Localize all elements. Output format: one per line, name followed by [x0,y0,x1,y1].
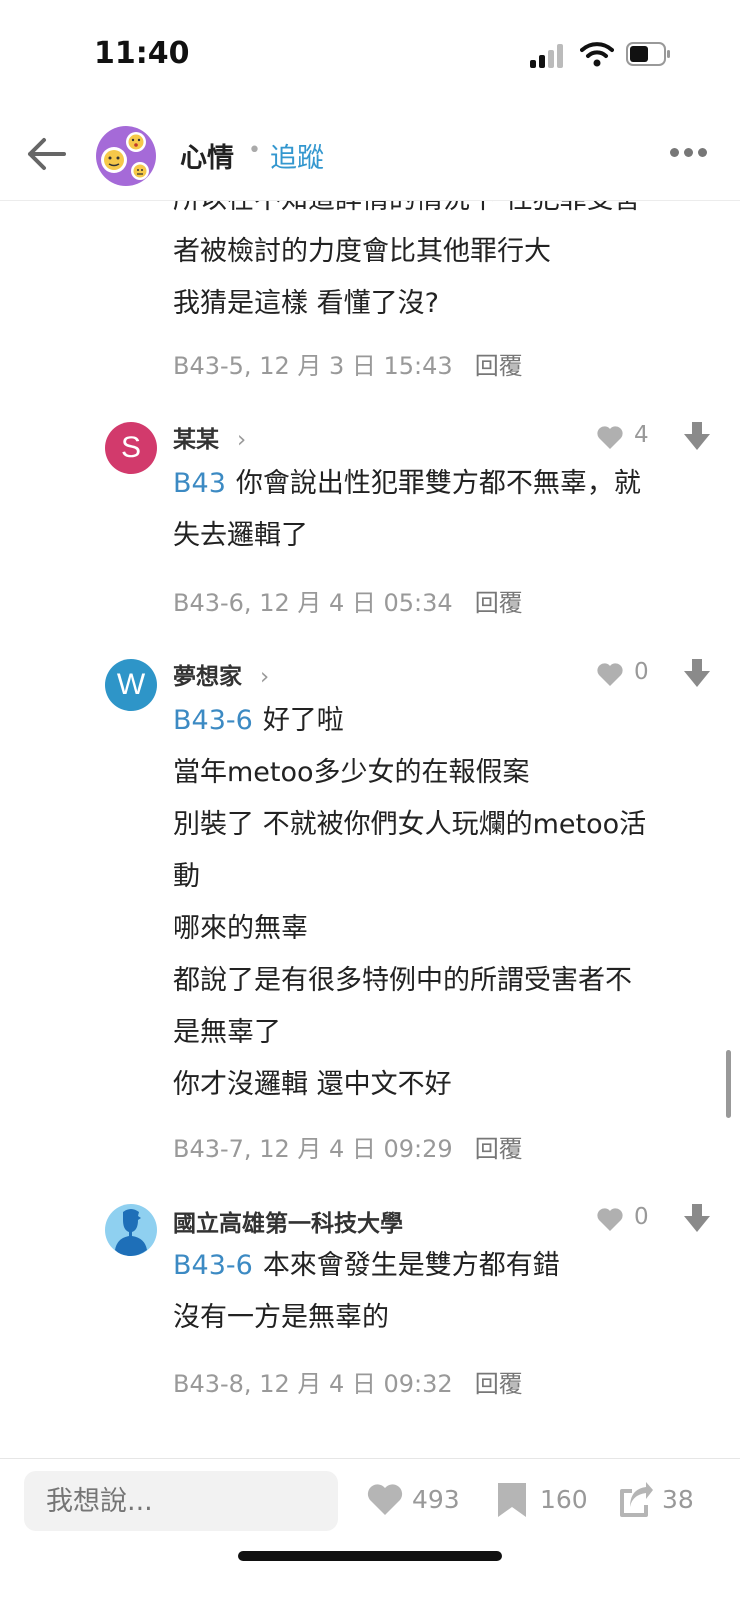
comment-line: 哪來的無辜 [173,913,308,944]
reply-button[interactable]: 回覆 [475,352,523,380]
heart-icon [367,1484,403,1515]
bookmark-button[interactable]: 160 [496,1481,596,1521]
post-like-button[interactable]: 493 [366,1481,466,1521]
comment-line: 是無辜了 [173,1017,281,1048]
comment-line: B43-6 好了啦 [173,705,344,736]
comment-floor-time: B43-7, 12 月 4 日 09:29 [173,1135,453,1163]
comment-meta: B43-8, 12 月 4 日 09:32 回覆 [173,1364,523,1399]
comment-line: 都說了是有很多特例中的所謂受害者不 [173,965,632,996]
comment-line: 所以在不知道詳情的情況下 性犯罪受害 [173,200,703,226]
like-count: 4 [634,422,649,448]
comment-line: 我猜是這樣 看懂了沒? [173,288,439,319]
reply-button[interactable]: 回覆 [475,1370,523,1398]
share-count: 38 [662,1485,694,1514]
comment-input[interactable] [24,1471,338,1531]
board-avatar[interactable] [96,126,156,186]
board-header: 心情 • 追蹤 [0,108,740,201]
bottom-action-bar: 493 160 38 [0,1458,740,1605]
wifi-icon [580,42,614,67]
avatar[interactable] [105,1204,157,1256]
board-name[interactable]: 心情 [180,136,234,175]
comment-line: 動 [173,861,200,892]
comment-body: B43-6 好了啦 當年metoo多少女的在報假案 別裝了 不就被你們女人玩爛的m… [173,695,703,1111]
comment-floor-time: B43-6, 12 月 4 日 05:34 [173,589,453,617]
avatar[interactable]: S [105,422,157,474]
downvote-arrow-icon[interactable] [684,659,710,687]
comment-meta: B43-5, 12 月 3 日 15:43 回覆 [173,346,523,381]
reply-button[interactable]: 回覆 [475,589,523,617]
avatar[interactable]: W [105,659,157,711]
comment-line: 者被檢討的力度會比其他罪行大 [173,236,551,267]
comment-author[interactable]: 國立高雄第一科技大學 [173,1204,403,1238]
back-arrow-icon[interactable] [24,136,68,172]
floor-reference-link[interactable]: B43-6 [173,705,253,736]
comment-line: 失去邏輯了 [173,520,308,551]
comment-author[interactable]: 夢想家 › [173,657,269,691]
floor-reference-link[interactable]: B43 [173,468,226,499]
signal-icon [530,44,570,68]
bookmark-icon [498,1483,526,1517]
chevron-right-icon: › [260,664,270,690]
floor-reference-link[interactable]: B43-6 [173,1250,253,1281]
comment-floor-time: B43-8, 12 月 4 日 09:32 [173,1370,453,1398]
heart-icon [597,426,623,449]
more-options-icon[interactable] [670,148,710,160]
status-bar: 11:40 [0,0,740,108]
comment-line: 沒有一方是無辜的 [173,1302,389,1333]
comment-body: B43 你會說出性犯罪雙方都不無辜，就 失去邏輯了 [173,458,703,562]
home-indicator[interactable] [238,1551,502,1561]
like-button[interactable]: 4 [596,422,656,452]
comment-line: B43 你會說出性犯罪雙方都不無辜，就 [173,468,641,499]
heart-icon [597,1208,623,1231]
follow-button[interactable]: 追蹤 [270,136,324,175]
downvote-arrow-icon[interactable] [684,1204,710,1232]
scrollbar-thumb[interactable] [726,1050,731,1118]
comment-body: 所以在不知道詳情的情況下 性犯罪受害 者被檢討的力度會比其他罪行大 我猜是這樣 … [173,200,703,330]
share-icon [620,1482,653,1517]
reply-button[interactable]: 回覆 [475,1135,523,1163]
comment-line: 當年metoo多少女的在報假案 [173,757,530,788]
like-count: 0 [634,659,649,685]
bookmark-count: 160 [540,1485,588,1514]
status-time: 11:40 [94,36,190,71]
author-name: 國立高雄第一科技大學 [173,1211,403,1237]
comment-line: 你才沒邏輯 還中文不好 [173,1069,452,1100]
person-silhouette-icon [115,1209,147,1256]
like-count: 0 [634,1204,649,1230]
comment-meta: B43-6, 12 月 4 日 05:34 回覆 [173,583,523,618]
comment-line: 別裝了 不就被你們女人玩爛的metoo活 [173,809,647,840]
comments-list[interactable]: 所以在不知道詳情的情況下 性犯罪受害 者被檢討的力度會比其他罪行大 我猜是這樣 … [0,200,740,1458]
post-like-count: 493 [412,1485,460,1514]
separator-dot: • [248,138,261,163]
comment-body: B43-6 本來會發生是雙方都有錯 沒有一方是無辜的 [173,1240,703,1344]
like-button[interactable]: 0 [596,659,656,689]
comment-author[interactable]: 某某 › [173,420,246,454]
like-button[interactable]: 0 [596,1204,656,1234]
share-button[interactable]: 38 [618,1481,718,1521]
heart-icon [597,663,623,686]
downvote-arrow-icon[interactable] [684,422,710,450]
chevron-right-icon: › [237,427,247,453]
author-name: 某某 [173,427,219,453]
comment-line: B43-6 本來會發生是雙方都有錯 [173,1250,560,1281]
author-name: 夢想家 [173,664,242,690]
battery-icon [626,42,670,66]
emoji-faces-icon [101,132,149,180]
comment-meta: B43-7, 12 月 4 日 09:29 回覆 [173,1129,523,1164]
comment-floor-time: B43-5, 12 月 3 日 15:43 [173,352,453,380]
